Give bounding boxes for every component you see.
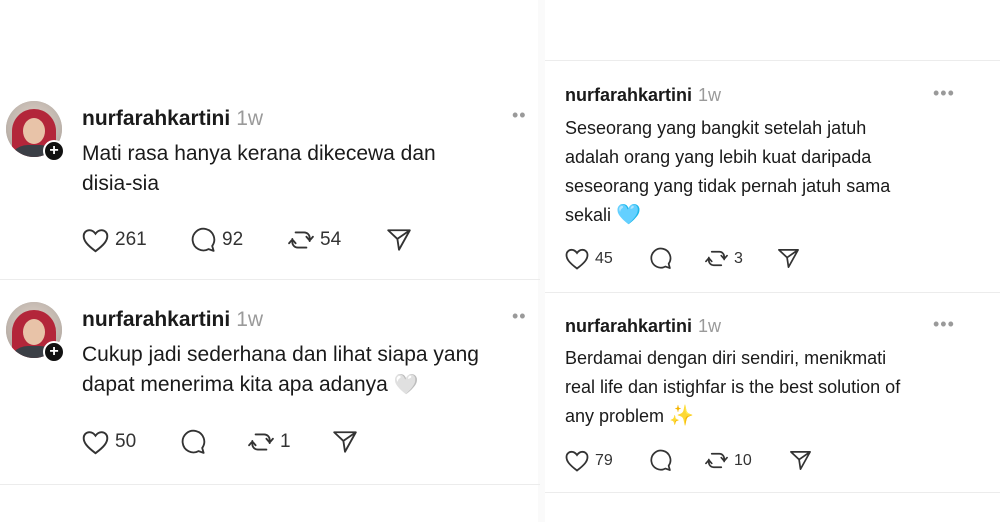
username-text[interactable]: nurfarahkartini xyxy=(82,107,230,130)
like-button[interactable]: 45 xyxy=(565,248,649,270)
repost-button[interactable]: 10 xyxy=(705,449,789,472)
like-count: 261 xyxy=(115,229,147,250)
post-actions: 45 3 xyxy=(565,247,800,270)
username[interactable]: nurfarahkartini 1w xyxy=(82,107,263,131)
post-text-line: dapat menerima kita apa adanya 🤍 xyxy=(82,370,479,400)
post-actions: 79 10 xyxy=(565,449,812,472)
heart-icon xyxy=(82,228,109,252)
more-options-icon[interactable]: •• xyxy=(512,105,527,126)
comment-button[interactable] xyxy=(649,449,705,472)
username-text[interactable]: nurfarahkartini xyxy=(565,85,692,105)
sparkles-emoji: ✨ xyxy=(669,405,694,427)
heart-icon xyxy=(82,430,109,454)
repost-icon xyxy=(705,250,728,267)
post-time: 1w xyxy=(698,316,722,336)
heart-icon xyxy=(565,248,589,270)
post-text-line: any problem ✨ xyxy=(565,402,900,431)
repost-button[interactable]: 1 xyxy=(248,429,332,455)
username[interactable]: nurfarahkartini 1w xyxy=(82,308,263,332)
comment-icon xyxy=(650,247,672,269)
username-text[interactable]: nurfarahkartini xyxy=(565,316,692,336)
white-heart-emoji: 🤍 xyxy=(393,374,419,396)
follow-plus-icon[interactable]: + xyxy=(43,341,65,363)
share-button[interactable] xyxy=(789,449,812,472)
more-options-icon[interactable]: ••• xyxy=(933,314,955,335)
comment-count: 92 xyxy=(222,229,244,250)
repost-count: 3 xyxy=(734,249,743,267)
post-time: 1w xyxy=(236,107,264,130)
like-button[interactable]: 50 xyxy=(82,430,180,455)
heart-icon xyxy=(565,450,589,472)
post-text-line: seseorang yang tidak pernah jatuh sama xyxy=(565,176,891,196)
right-column: nurfarahkartini 1w ••• Seseorang yang ban… xyxy=(545,0,1000,522)
post-text-line: sekali 🩵 xyxy=(565,201,890,230)
username[interactable]: nurfarahkartini 1w xyxy=(565,316,721,337)
post-text: Berdamai dengan diri sendiri, menikmati … xyxy=(565,344,900,431)
repost-count: 1 xyxy=(280,431,291,452)
like-button[interactable]: 261 xyxy=(82,228,190,253)
post-separator xyxy=(0,484,540,485)
post-text-line: Seseorang yang bangkit setelah jatuh xyxy=(565,118,867,138)
post-separator xyxy=(545,60,1000,61)
post-actions: 261 92 54 xyxy=(82,227,412,253)
post-card[interactable]: nurfarahkartini 1w ••• Seseorang yang ban… xyxy=(545,78,1000,288)
post-text-line: Cukup jadi sederhana dan lihat siapa yan… xyxy=(82,343,479,366)
send-icon xyxy=(790,451,811,470)
post-card[interactable]: + nurfarahkartini 1w •• Cukup jadi sederh… xyxy=(0,296,540,486)
post-separator xyxy=(545,292,1000,293)
post-text-line-content: any problem xyxy=(565,406,665,426)
like-button[interactable]: 79 xyxy=(565,450,649,472)
like-count: 79 xyxy=(595,451,613,469)
post-time: 1w xyxy=(698,85,722,105)
share-button[interactable] xyxy=(332,429,358,455)
repost-count: 54 xyxy=(320,229,342,250)
send-icon xyxy=(387,229,411,251)
share-button[interactable] xyxy=(386,227,412,253)
repost-icon xyxy=(705,452,728,469)
post-text: Mati rasa hanya kerana dikecewa dan disi… xyxy=(82,139,436,199)
post-separator xyxy=(545,492,1000,493)
more-options-icon[interactable]: •• xyxy=(512,306,527,327)
post-text-line: adalah orang yang lebih kuat daripada xyxy=(565,147,872,167)
post-actions: 50 1 xyxy=(82,429,358,455)
more-options-icon[interactable]: ••• xyxy=(933,83,955,104)
username[interactable]: nurfarahkartini 1w xyxy=(565,85,721,106)
post-text-line-content: dapat menerima kita apa adanya xyxy=(82,373,388,396)
light-blue-heart-emoji: 🩵 xyxy=(616,204,641,226)
send-icon xyxy=(778,249,799,268)
comment-icon xyxy=(181,429,206,454)
repost-button[interactable]: 3 xyxy=(705,247,777,270)
comment-icon xyxy=(191,227,216,252)
repost-icon xyxy=(248,433,274,451)
follow-plus-icon[interactable]: + xyxy=(43,140,65,162)
like-count: 50 xyxy=(115,431,137,452)
post-text-line: Berdamai dengan diri sendiri, menikmati xyxy=(565,348,887,368)
post-text: Cukup jadi sederhana dan lihat siapa yan… xyxy=(82,340,479,400)
repost-button[interactable]: 54 xyxy=(288,227,386,253)
post-text-line: real life dan istighfar is the best solu… xyxy=(565,377,901,397)
post-time: 1w xyxy=(236,308,264,331)
comment-button[interactable]: 92 xyxy=(190,227,288,253)
like-count: 45 xyxy=(595,249,613,267)
share-button[interactable] xyxy=(777,247,800,270)
comment-button[interactable] xyxy=(180,429,248,455)
repost-icon xyxy=(288,231,314,249)
post-text-line-content: sekali xyxy=(565,205,612,225)
left-column: + nurfarahkartini 1w •• Mati rasa hanya k… xyxy=(0,0,540,522)
post-card[interactable]: nurfarahkartini 1w ••• Berdamai dengan di… xyxy=(545,308,1000,488)
username-text[interactable]: nurfarahkartini xyxy=(82,308,230,331)
post-separator xyxy=(0,279,540,280)
post-text-line: disia-sia xyxy=(82,172,160,195)
send-icon xyxy=(333,431,357,453)
post-text-line: Mati rasa hanya kerana dikecewa dan xyxy=(82,142,436,165)
comment-icon xyxy=(650,449,672,471)
comment-button[interactable] xyxy=(649,247,705,270)
post-text: Seseorang yang bangkit setelah jatuh ada… xyxy=(565,114,890,230)
repost-count: 10 xyxy=(734,451,752,469)
post-card[interactable]: + nurfarahkartini 1w •• Mati rasa hanya k… xyxy=(0,95,540,280)
